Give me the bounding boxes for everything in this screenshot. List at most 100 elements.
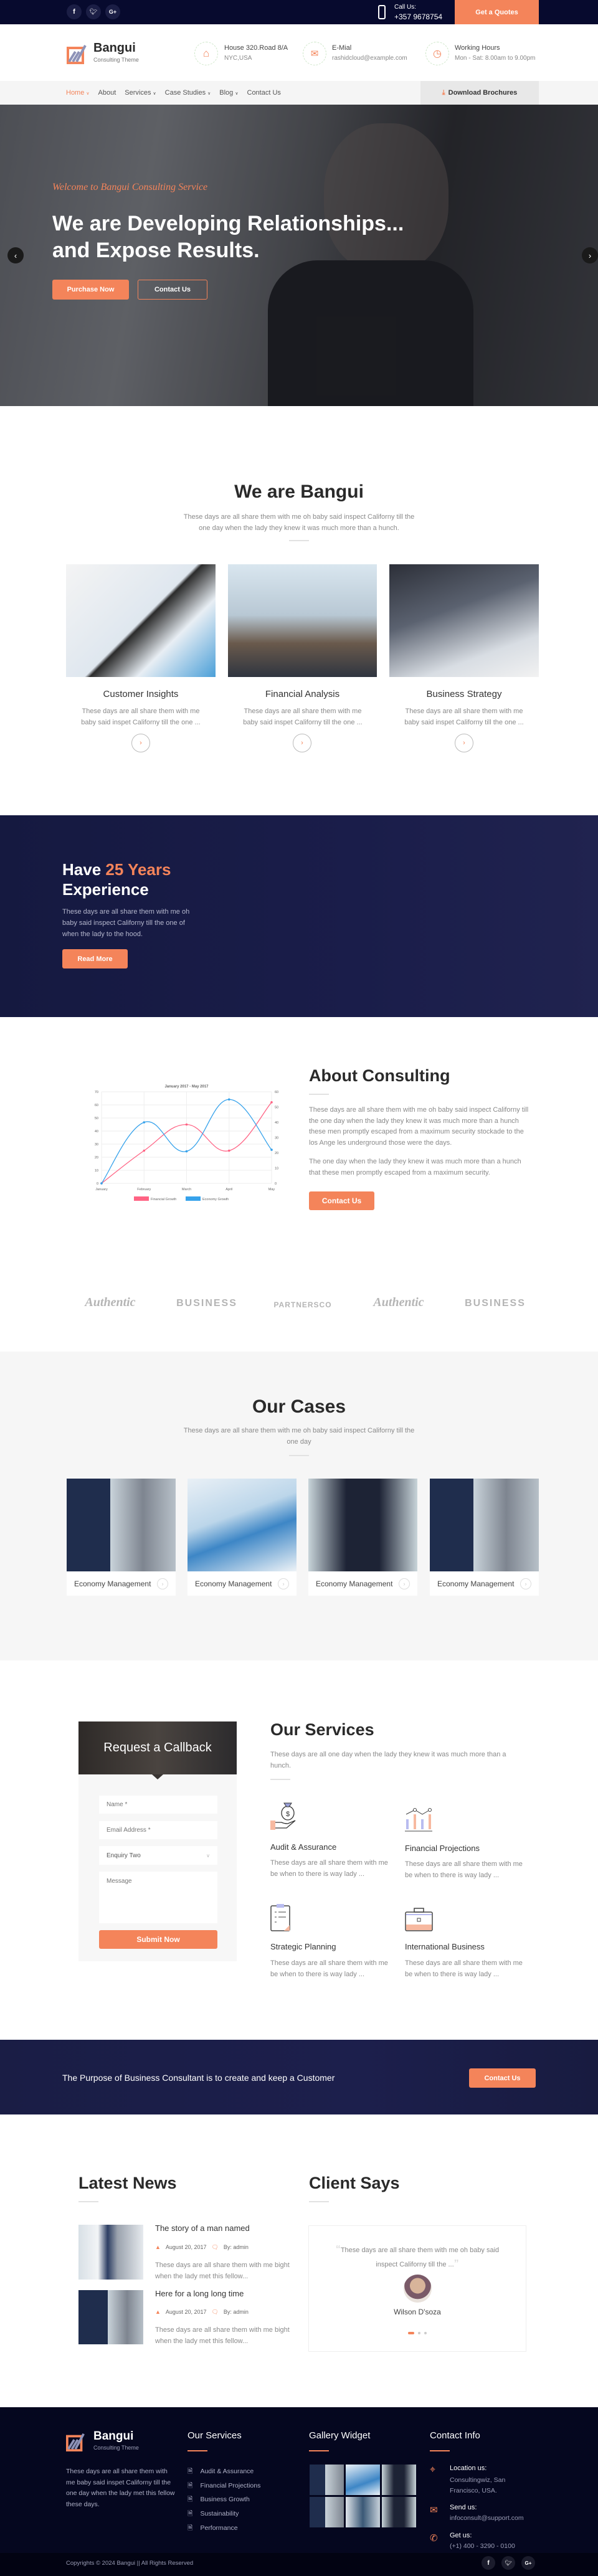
partner-logo[interactable]: PARTNERSCO xyxy=(268,1300,337,1309)
quote-open-icon: “ xyxy=(335,2244,341,2255)
enquiry-select[interactable]: Enquiry Two ∨ xyxy=(99,1846,217,1865)
mail-open-icon: ✉ xyxy=(430,2505,438,2516)
news-meta: ▲ August 20, 2017 🗨︎ By: admin xyxy=(155,2309,249,2315)
download-brochures-button[interactable]: ⤓ Download Brochures xyxy=(420,81,539,105)
hero-headline-1: We are Developing Relationships... xyxy=(52,212,404,235)
case-caption[interactable]: Economy Management › xyxy=(187,1571,297,1596)
section-divider xyxy=(78,2201,98,2202)
data-point xyxy=(227,1098,230,1101)
x-tick: April xyxy=(225,1188,232,1191)
partner-logo[interactable]: Authentic xyxy=(79,1295,141,1310)
data-point xyxy=(185,1150,188,1153)
slider-next-arrow[interactable]: › xyxy=(582,247,598,263)
logo-mark-icon xyxy=(67,45,87,64)
logo[interactable]: Bangui Consulting Theme xyxy=(67,41,148,66)
contact-info-title: Contact Info xyxy=(430,2430,480,2441)
slider-dot-active[interactable] xyxy=(408,2332,414,2334)
send-text[interactable]: infoconsult@support.com xyxy=(450,2514,524,2522)
slider-prev-arrow[interactable]: ‹ xyxy=(7,247,24,263)
clock-icon: ◷ xyxy=(425,42,449,65)
cases-subtitle: These days are all share them with me oh… xyxy=(183,1427,415,1446)
name-input[interactable] xyxy=(99,1796,217,1814)
read-more-button[interactable]: Read More xyxy=(62,949,128,968)
y-tick-right: 10 xyxy=(275,1167,278,1171)
card-title: Business Strategy xyxy=(426,689,502,699)
location-text: Consultingwiz, San Francisco, USA. xyxy=(450,2476,506,2494)
logo-name: Bangui xyxy=(93,41,136,55)
about-consulting-title: About Consulting xyxy=(309,1066,450,1085)
news-item-title[interactable]: Here for a long long time xyxy=(155,2289,244,2298)
card-more-button[interactable]: › xyxy=(455,734,473,752)
get-quotes-button[interactable]: Get a Quotes xyxy=(455,0,539,24)
facebook-icon[interactable]: f xyxy=(67,4,82,19)
footer-logo-name: Bangui xyxy=(93,2430,134,2443)
data-point xyxy=(270,1148,273,1151)
service-text: These days are all share them with me be… xyxy=(405,1860,523,1879)
case-caption[interactable]: Economy Management › xyxy=(430,1571,539,1596)
message-input[interactable] xyxy=(99,1872,217,1923)
chevron-down-icon: ∨ xyxy=(86,92,90,96)
twitter-icon[interactable]: 🐦︎ xyxy=(86,4,101,19)
y-tick-left: 30 xyxy=(95,1143,98,1147)
nav-item-about[interactable]: About xyxy=(98,89,116,97)
card-text: These days are all share them with me ba… xyxy=(243,708,363,726)
case-caption[interactable]: Economy Management › xyxy=(308,1571,417,1596)
facebook-icon[interactable]: f xyxy=(482,2556,495,2570)
case-caption[interactable]: Economy Management › xyxy=(67,1571,176,1596)
data-point xyxy=(143,1121,146,1124)
gallery-thumb[interactable] xyxy=(310,2465,344,2495)
y-tick-left: 10 xyxy=(95,1169,98,1173)
card-more-button[interactable]: › xyxy=(293,734,311,752)
partner-logo[interactable]: BUSINESS xyxy=(176,1298,238,1309)
user-icon: ▲ xyxy=(155,2309,161,2315)
email-text[interactable]: rashidcloud@example.com xyxy=(332,55,407,62)
y-tick-right: 60 xyxy=(275,1091,278,1094)
email-input[interactable] xyxy=(99,1821,217,1839)
gallery-thumb[interactable] xyxy=(382,2497,416,2527)
bar-chart-icon xyxy=(405,1808,432,1832)
envelope-icon: ✉ xyxy=(303,42,326,65)
avatar xyxy=(404,2275,432,2303)
footer-service-link[interactable]: 🗎︎ Financial Projections xyxy=(187,2479,260,2493)
y-tick-right: 20 xyxy=(275,1152,278,1155)
gallery-thumb[interactable] xyxy=(310,2497,344,2527)
x-tick: February xyxy=(137,1188,151,1191)
footer-service-link[interactable]: 🗎︎ Business Growth xyxy=(187,2493,260,2507)
nav-item-services[interactable]: Services ∨ xyxy=(125,89,156,97)
footer-service-link[interactable]: 🗎︎ Audit & Assurance xyxy=(187,2465,260,2479)
y-tick-right: 40 xyxy=(275,1121,278,1125)
google-plus-icon[interactable]: G+ xyxy=(105,4,120,19)
service-text: These days are all share them with me be… xyxy=(270,1859,388,1878)
submit-button[interactable]: Submit Now xyxy=(99,1930,217,1949)
about-consulting-para-2: The one day when the lady they knew it w… xyxy=(309,1158,521,1177)
partner-logo[interactable]: Authentic xyxy=(368,1295,430,1310)
card-more-button[interactable]: › xyxy=(131,734,150,752)
nav-item-case-studies[interactable]: Case Studies ∨ xyxy=(165,89,211,97)
about-contact-button[interactable]: Contact Us xyxy=(309,1191,374,1210)
nav-item-contact[interactable]: Contact Us xyxy=(247,89,281,97)
cta-contact-button[interactable]: Contact Us xyxy=(469,2068,536,2088)
testimonial-name: Wilson D'soza xyxy=(394,2308,441,2316)
gallery-thumb[interactable] xyxy=(346,2465,380,2495)
news-item-title[interactable]: The story of a man named xyxy=(155,2223,250,2233)
footer-service-link[interactable]: 🗎︎ Performance xyxy=(187,2521,260,2536)
case-image xyxy=(187,1479,297,1571)
google-plus-icon[interactable]: G+ xyxy=(521,2556,535,2570)
twitter-icon[interactable]: 🐦︎ xyxy=(501,2556,515,2570)
slider-dot[interactable] xyxy=(424,2332,427,2334)
y-tick-left: 40 xyxy=(95,1130,98,1134)
data-point xyxy=(227,1149,230,1152)
section-divider xyxy=(309,2201,329,2202)
footer-service-link[interactable]: 🗎︎ Sustainability xyxy=(187,2507,260,2521)
partner-logo[interactable]: BUSINESS xyxy=(464,1298,526,1309)
slider-dot[interactable] xyxy=(418,2332,420,2334)
gallery-thumb[interactable] xyxy=(346,2497,380,2527)
nav-item-blog[interactable]: Blog ∨ xyxy=(219,89,238,97)
hero-contact-button[interactable]: Contact Us xyxy=(138,280,207,300)
purchase-now-button[interactable]: Purchase Now xyxy=(52,280,129,300)
nav-item-home[interactable]: Home ∨ xyxy=(66,89,90,97)
gallery-thumb[interactable] xyxy=(382,2465,416,2495)
user-icon: ▲ xyxy=(155,2244,161,2250)
hero-welcome: Welcome to Bangui Consulting Service xyxy=(52,182,208,192)
cases-title: Our Cases xyxy=(252,1396,346,1417)
